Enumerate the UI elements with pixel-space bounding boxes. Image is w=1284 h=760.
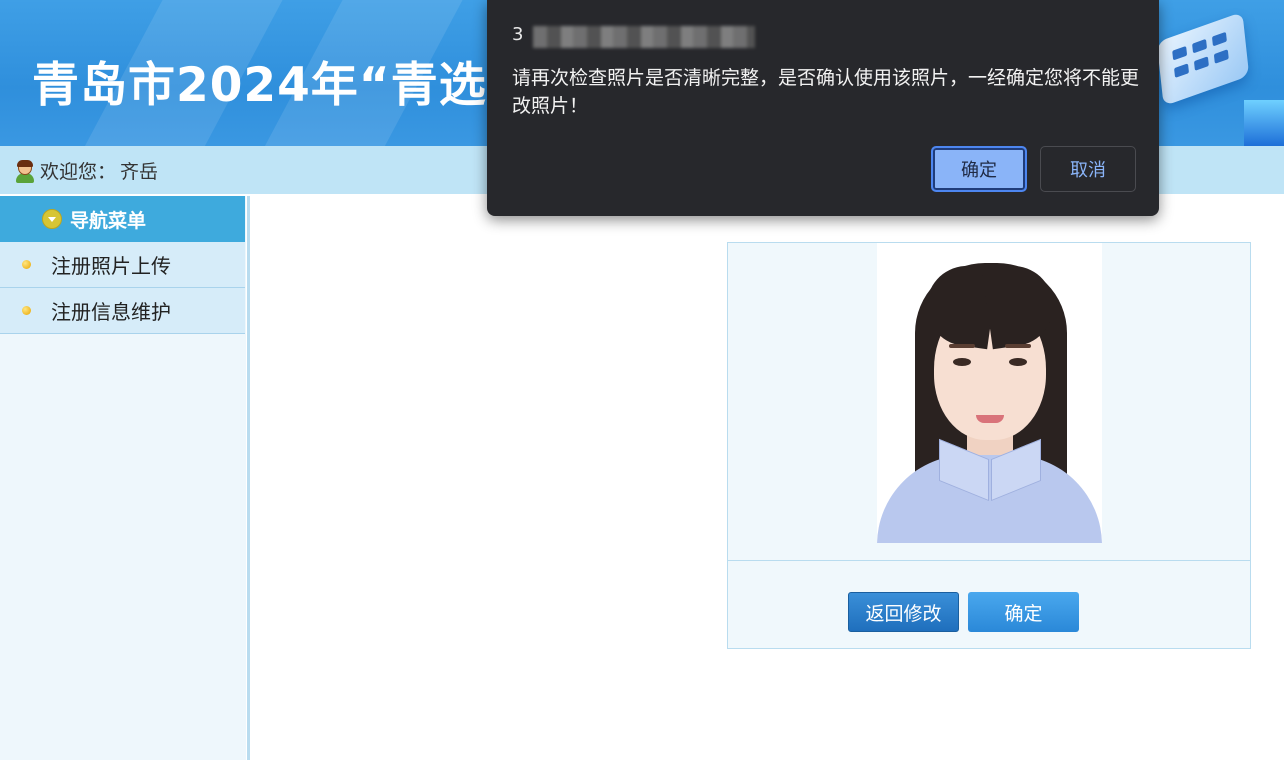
user-avatar-icon xyxy=(14,159,36,183)
sidebar-divider xyxy=(247,196,250,760)
confirm-dialog: 3 请再次检查照片是否清晰完整，是否确认使用该照片，一经确定您将不能更改照片！ … xyxy=(487,0,1159,216)
banner-decoration xyxy=(1244,100,1284,146)
nav-menu-title: 导航菜单 xyxy=(70,209,147,232)
sidebar-item-label: 注册照片上传 xyxy=(51,254,171,278)
back-to-edit-button[interactable]: 返回修改 xyxy=(848,592,959,632)
sidebar: 导航菜单 注册照片上传 注册信息维护 xyxy=(0,196,246,760)
chevron-down-icon[interactable] xyxy=(42,209,62,229)
page-title: 青岛市2024年“青选计 xyxy=(32,58,535,113)
welcome-label: 欢迎您： xyxy=(40,161,117,183)
dialog-ok-button[interactable]: 确定 xyxy=(931,146,1027,192)
welcome-user-name: 齐岳 xyxy=(120,161,159,183)
dialog-cancel-button[interactable]: 取消 xyxy=(1040,146,1136,192)
dialog-origin: 3 xyxy=(512,24,524,45)
device-illustration-icon xyxy=(1156,11,1250,107)
id-photo xyxy=(877,243,1102,543)
photo-preview-panel: 返回修改 确定 xyxy=(727,242,1251,649)
sidebar-item-info-maintenance[interactable]: 注册信息维护 xyxy=(0,288,245,334)
redacted-origin xyxy=(533,26,755,48)
sidebar-item-label: 注册信息维护 xyxy=(51,300,171,324)
confirm-photo-button[interactable]: 确定 xyxy=(968,592,1079,632)
nav-menu-header[interactable]: 导航菜单 xyxy=(0,196,245,242)
panel-divider xyxy=(728,560,1250,561)
sidebar-item-photo-upload[interactable]: 注册照片上传 xyxy=(0,242,245,288)
bullet-icon xyxy=(22,306,31,315)
bullet-icon xyxy=(22,260,31,269)
dialog-message: 请再次检查照片是否清晰完整，是否确认使用该照片，一经确定您将不能更改照片！ xyxy=(512,67,1140,117)
